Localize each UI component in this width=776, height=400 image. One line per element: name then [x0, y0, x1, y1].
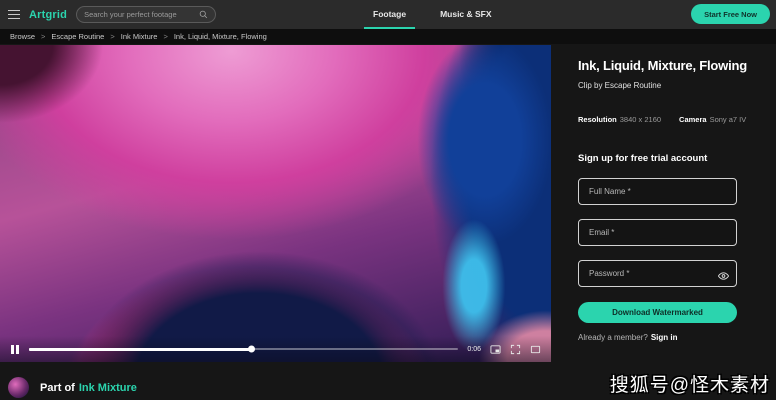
breadcrumb: Browse > Escape Routine > Ink Mixture > …	[0, 29, 776, 44]
collection-link[interactable]: Ink Mixture	[79, 382, 137, 394]
logo[interactable]: Artgrid	[29, 9, 67, 21]
breadcrumb-separator: >	[163, 32, 167, 41]
email-field	[578, 219, 737, 246]
breadcrumb-browse[interactable]: Browse	[10, 32, 35, 41]
collection-footer: Part of Ink Mixture	[8, 376, 137, 398]
signin-link[interactable]: Sign in	[651, 333, 678, 342]
download-watermarked-button[interactable]: Download Watermarked	[578, 302, 737, 323]
search-bar[interactable]	[76, 6, 216, 23]
video-frame-art	[0, 45, 551, 362]
pause-button[interactable]	[10, 342, 20, 357]
breadcrumb-escape-routine[interactable]: Escape Routine	[51, 32, 104, 41]
full-name-field	[578, 178, 737, 205]
player-controls: 0:06	[0, 336, 551, 362]
video-player[interactable]: 0:06	[0, 45, 551, 362]
search-input[interactable]	[84, 10, 195, 19]
progress-bar[interactable]	[29, 348, 459, 350]
main-tabs: Footage Music & SFX	[364, 0, 501, 29]
search-icon[interactable]	[199, 10, 208, 19]
password-visibility-toggle[interactable]	[718, 268, 729, 279]
resolution-value: 3840 x 2160	[620, 115, 661, 124]
breadcrumb-ink-mixture[interactable]: Ink Mixture	[121, 32, 158, 41]
signup-heading: Sign up for free trial account	[578, 153, 754, 164]
collection-thumbnail[interactable]	[8, 377, 29, 398]
resolution-label: Resolution	[578, 115, 617, 124]
breadcrumb-separator: >	[110, 32, 114, 41]
playhead[interactable]	[248, 346, 255, 353]
password-input[interactable]	[578, 260, 737, 287]
breadcrumb-current: Ink, Liquid, Mixture, Flowing	[174, 32, 267, 41]
tab-footage[interactable]: Footage	[364, 0, 415, 29]
signin-row: Already a member?Sign in	[578, 333, 754, 342]
watermark-text: 搜狐号@怪木素材	[610, 370, 770, 397]
tab-music-sfx[interactable]: Music & SFX	[431, 0, 500, 29]
frame-size-icon[interactable]	[530, 344, 541, 355]
signin-prompt: Already a member?	[578, 333, 648, 342]
password-field	[578, 260, 737, 287]
header: Artgrid Footage Music & SFX Start Free N…	[0, 0, 776, 29]
camera-detail: CameraSony a7 IV	[679, 115, 746, 124]
camera-value: Sony a7 IV	[710, 115, 747, 124]
fullscreen-icon[interactable]	[510, 344, 521, 355]
part-of-label: Part of	[40, 382, 75, 394]
breadcrumb-separator: >	[41, 32, 45, 41]
clip-info-panel: Ink, Liquid, Mixture, Flowing Clip by Es…	[578, 58, 754, 342]
menu-icon[interactable]	[8, 10, 20, 20]
resolution-detail: Resolution3840 x 2160	[578, 115, 661, 124]
camera-label: Camera	[679, 115, 707, 124]
clip-details: Resolution3840 x 2160 CameraSony a7 IV	[578, 115, 754, 124]
pip-icon[interactable]	[490, 344, 501, 355]
progress-played	[29, 348, 253, 351]
full-name-input[interactable]	[578, 178, 737, 205]
header-left: Artgrid	[8, 0, 216, 29]
time-display: 0:06	[467, 346, 481, 353]
collection-caption: Part of Ink Mixture	[40, 378, 137, 396]
clip-byline: Clip by Escape Routine	[578, 81, 754, 90]
clip-title: Ink, Liquid, Mixture, Flowing	[578, 58, 754, 73]
email-input[interactable]	[578, 219, 737, 246]
start-free-button[interactable]: Start Free Now	[691, 4, 770, 24]
